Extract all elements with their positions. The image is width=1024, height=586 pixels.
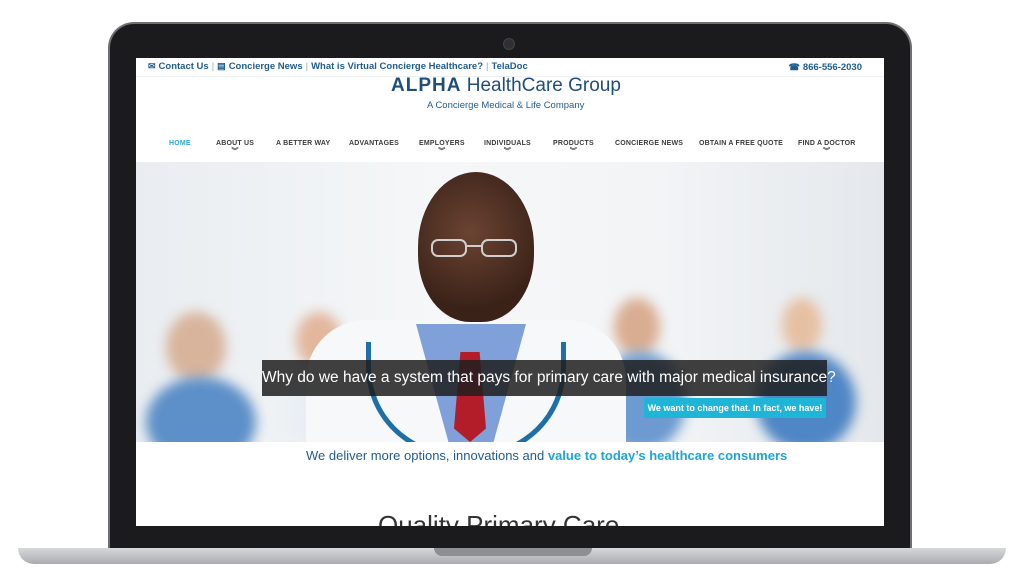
section-title: Quality Primary Care xyxy=(378,510,620,526)
webcam-icon xyxy=(503,38,515,50)
nav-item-employers[interactable]: EMPLOYERS ︾ xyxy=(419,140,465,156)
chevron-down-icon: ︾ xyxy=(438,148,446,155)
chevron-down-icon: ︾ xyxy=(231,148,239,155)
nav-label: HOME xyxy=(169,140,191,147)
nav-label: CONCIERGE NEWS xyxy=(615,140,684,147)
phone-text: 866-556-2030 xyxy=(802,62,862,73)
teladoc-link[interactable]: TelaDoc xyxy=(491,61,527,72)
phone-icon: ☎ xyxy=(788,62,800,72)
chevron-down-icon: ︾ xyxy=(503,148,512,155)
virtual-concierge-link[interactable]: What is Virtual Concierge Healthcare? xyxy=(311,61,483,72)
logo-tagline: A Concierge Medical & Life Company xyxy=(427,100,585,111)
value-tagline: We deliver more options, innovations and… xyxy=(306,448,787,463)
nav-item-a-better-way[interactable]: A BETTER WAY xyxy=(276,140,330,147)
background-nurse-body xyxy=(146,377,256,442)
nav-item-advantages[interactable]: ADVANTAGES xyxy=(349,140,399,147)
background-nurse-head xyxy=(614,298,660,356)
envelope-icon: ✉ xyxy=(148,61,156,71)
main-navigation: HOME ABOUT US ︾ A BETTER WAY ADVANTAGES E… xyxy=(136,140,884,162)
divider: | xyxy=(305,61,309,72)
nav-label: EMPLOYERS xyxy=(419,140,465,147)
contact-us-link[interactable]: Contact Us xyxy=(159,61,209,72)
nav-item-find-a-doctor[interactable]: FIND A DOCTOR ︾ xyxy=(798,140,856,156)
background-nurse-head xyxy=(782,298,822,352)
nav-label: PRODUCTS xyxy=(553,140,594,147)
chevron-down-icon: ︾ xyxy=(823,148,831,155)
nav-item-about-us[interactable]: ABOUT US ︾ xyxy=(216,140,254,156)
divider: | xyxy=(211,61,215,72)
nav-item-products[interactable]: PRODUCTS ︾ xyxy=(553,140,594,156)
chevron-down-icon: ︾ xyxy=(569,148,578,155)
nav-label: FIND A DOCTOR xyxy=(798,140,856,147)
logo-brand: ALPHA xyxy=(391,75,462,96)
nav-label: OBTAIN A FREE QUOTE xyxy=(699,140,784,147)
nav-item-free-quote[interactable]: OBTAIN A FREE QUOTE xyxy=(699,140,783,147)
glasses-icon xyxy=(431,239,517,257)
nav-label: ABOUT US xyxy=(216,140,255,147)
top-links: ✉ Contact Us | ▤ Concierge News | What is Virt… xyxy=(148,61,528,72)
nav-label: A BETTER WAY xyxy=(276,140,331,147)
tagline-text: We deliver more options, innovations and xyxy=(306,448,548,463)
hero-subcaption: We want to change that. In fact, we have… xyxy=(644,398,826,418)
nav-label: INDIVIDUALS xyxy=(484,140,531,147)
website-screen: ✉ Contact Us | ▤ Concierge News | What is Virt… xyxy=(136,58,884,526)
concierge-news-link[interactable]: Concierge News xyxy=(229,61,303,72)
tagline-highlight: value to today’s healthcare consumers xyxy=(547,448,788,463)
logo-name: HealthCare Group xyxy=(466,75,621,96)
nav-label: ADVANTAGES xyxy=(349,140,399,147)
nav-item-concierge-news[interactable]: CONCIERGE NEWS xyxy=(615,140,683,147)
document-icon: ▤ xyxy=(217,61,226,71)
nav-item-individuals[interactable]: INDIVIDUALS ︾ xyxy=(484,140,531,156)
divider: | xyxy=(486,61,489,72)
hero-caption: Why do we have a system that pays for pr… xyxy=(262,360,836,396)
hero-banner: Why do we have a system that pays for pr… xyxy=(136,162,884,442)
background-nurse-head xyxy=(166,312,226,382)
phone-number[interactable]: ☎ 866-556-2030 xyxy=(789,62,862,73)
nav-item-home[interactable]: HOME xyxy=(169,140,191,147)
site-logo[interactable]: ALPHA HealthCare Group xyxy=(391,75,651,97)
laptop-notch xyxy=(434,548,592,556)
